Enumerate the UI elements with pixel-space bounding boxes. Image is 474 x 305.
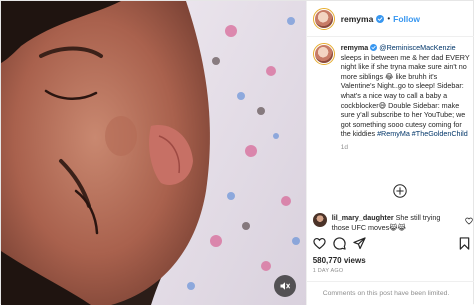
- load-more-comments-icon[interactable]: [393, 184, 407, 198]
- post-photo: [1, 1, 306, 305]
- post-caption: remyma @ReminisceMacKenzie sleeps in bet…: [312, 43, 473, 153]
- caption-body: sleeps in between me & her dad EVERY nig…: [340, 52, 470, 139]
- post-sidebar: remyma • Follow remyma @ReminisceMacKenz…: [305, 1, 474, 305]
- verified-badge-icon: [376, 14, 385, 23]
- share-icon[interactable]: [353, 237, 366, 250]
- commenter-avatar[interactable]: [312, 213, 327, 227]
- commenter-username[interactable]: lil_mary_daughter: [332, 213, 394, 222]
- comment-item: lil_mary_daughter She still trying those…: [312, 213, 473, 232]
- instagram-post: remyma • Follow remyma @ReminisceMacKenz…: [0, 0, 474, 305]
- post-media[interactable]: [1, 1, 306, 305]
- author-avatar[interactable]: [312, 7, 335, 30]
- author-username[interactable]: remyma: [341, 14, 374, 24]
- verified-badge-icon: [370, 44, 378, 51]
- comments-limited-notice: Comments on this post have been limited.: [306, 281, 474, 305]
- caption-text: remyma @ReminisceMacKenzie sleeps in bet…: [341, 43, 473, 153]
- caption-username[interactable]: remyma: [341, 43, 369, 52]
- heart-icon[interactable]: [464, 217, 473, 225]
- caption-author-avatar[interactable]: [312, 43, 335, 65]
- post-header: remyma • Follow: [306, 1, 474, 37]
- comment-text: lil_mary_daughter She still trying those…: [332, 213, 459, 232]
- caption-mention[interactable]: @ReminisceMacKenzie: [379, 43, 455, 52]
- heart-icon[interactable]: [313, 237, 326, 250]
- comment-icon[interactable]: [333, 237, 346, 250]
- header-separator: •: [387, 14, 391, 23]
- caption-hashtags[interactable]: #RemyMa #TheGoldenChild: [377, 129, 468, 138]
- post-date: 1 DAY AGO: [312, 268, 344, 274]
- bookmark-icon[interactable]: [458, 237, 471, 250]
- follow-button[interactable]: Follow: [393, 14, 420, 24]
- caption-timestamp: 1d: [340, 143, 348, 151]
- post-actions: [313, 237, 471, 251]
- audio-muted-button[interactable]: [273, 275, 296, 297]
- audio-muted-icon: [280, 282, 290, 290]
- view-count[interactable]: 580,770 views: [313, 256, 366, 265]
